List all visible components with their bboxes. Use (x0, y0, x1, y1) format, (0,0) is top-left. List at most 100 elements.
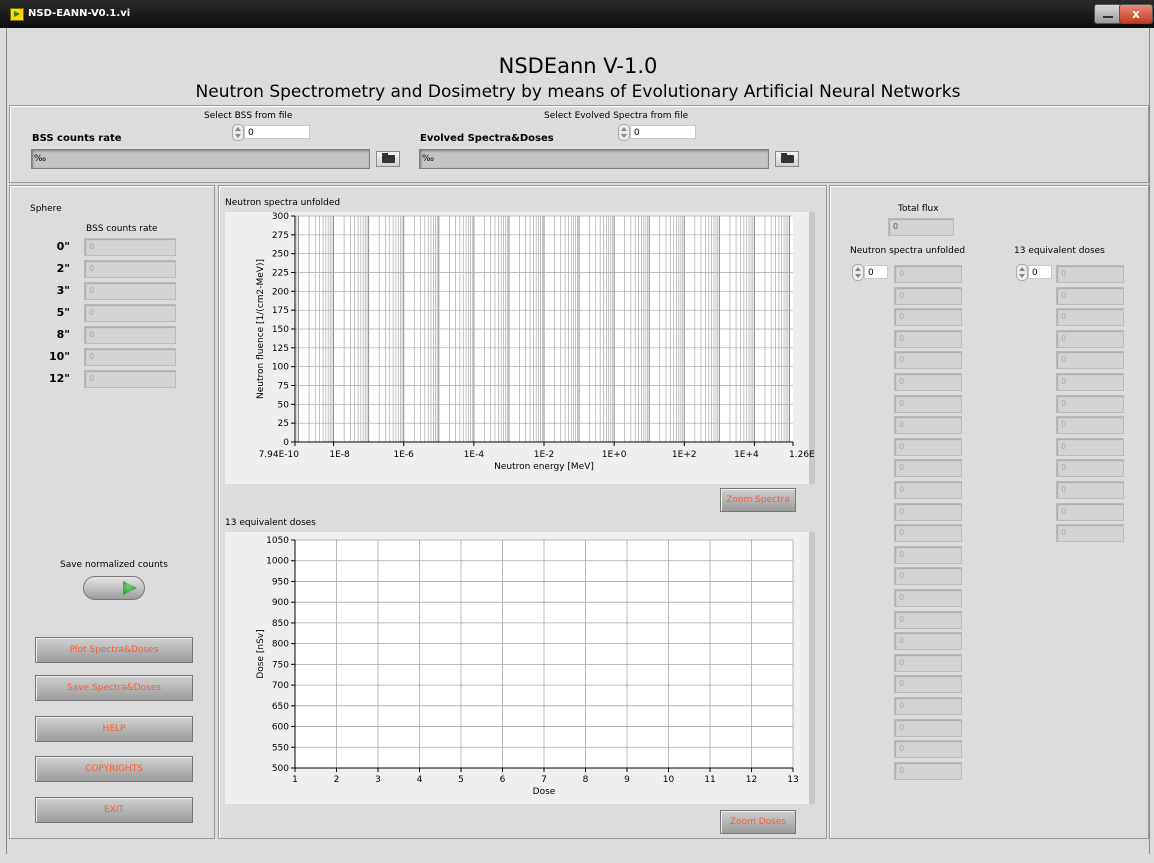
x-tick-label: 1E+2 (672, 450, 697, 460)
x-tick-label: 1E-2 (534, 450, 554, 460)
select-evolved-label: Select Evolved Spectra from file (544, 111, 689, 121)
y-tick-label: 250 (272, 250, 289, 260)
doses-index-spinner[interactable] (1016, 264, 1028, 281)
select-bss-spinner[interactable] (232, 124, 244, 141)
y-tick-label: 650 (272, 702, 289, 712)
help-button[interactable]: HELP (35, 716, 193, 742)
x-tick-label: 7 (541, 775, 547, 785)
y-axis-title: Neutron fluence [1/(cm2-MeV)] (256, 259, 266, 399)
x-tick-label: 1.26E+5 (789, 450, 815, 460)
zoom-doses-button[interactable]: Zoom Doses (720, 810, 796, 834)
x-tick-label: 7.94E-10 (259, 450, 300, 460)
spectra-array-element: 0 (894, 761, 962, 780)
sphere-label: Sphere (30, 204, 62, 214)
y-tick-label: 50 (278, 400, 290, 410)
x-tick-label: 2 (334, 775, 340, 785)
toggle-led-icon (123, 581, 137, 595)
spectra-array-element: 0 (894, 329, 962, 348)
evolved-spectra-label: Evolved Spectra&Doses (420, 133, 554, 144)
x-tick-label: 3 (375, 775, 381, 785)
spectra-array-element: 0 (894, 351, 962, 370)
doses-array-element: 0 (1056, 373, 1124, 391)
x-tick-label: 12 (746, 775, 757, 785)
spectra-array-element: 0 (894, 697, 962, 715)
spectra-array-element: 0 (894, 308, 962, 327)
bss-file-path[interactable]: ‰ (31, 149, 370, 169)
spectra-index[interactable]: 0 (864, 265, 888, 279)
spectra-array-element: 0 (894, 718, 962, 737)
app-title: NSDEann V-1.0 (498, 54, 658, 78)
doses-array-element: 0 (1056, 265, 1124, 283)
y-tick-label: 100 (272, 363, 289, 373)
select-evolved-spinner[interactable] (618, 124, 630, 141)
charts-panel: Neutron spectra unfolded 0 25 50 75 100 125 15… (218, 185, 827, 839)
spectra-array-element: 0 (894, 524, 962, 543)
x-tick-label: 11 (704, 775, 715, 785)
spectra-array-element: 0 (894, 545, 962, 564)
y-tick-label: 1050 (266, 536, 289, 546)
window-title-bar: NSD-EANN-V0.1.vi x (0, 0, 1154, 28)
labview-app-icon (10, 8, 24, 21)
select-bss-label: Select BSS from file (204, 111, 293, 121)
app-subtitle: Neutron Spectrometry and Dosimetry by me… (195, 82, 961, 102)
spectra-array-element: 0 (894, 610, 962, 629)
bss-count-indicator: 0 (84, 348, 176, 366)
spectra-array-element: 0 (894, 481, 962, 499)
evolved-browse-button[interactable] (775, 151, 799, 167)
spectra-array-element: 0 (894, 437, 962, 456)
y-tick-label: 275 (272, 231, 289, 241)
spectra-array-element: 0 (894, 394, 962, 413)
close-button[interactable]: x (1119, 4, 1153, 24)
select-bss-index[interactable]: 0 (244, 125, 310, 139)
doses-array-element: 0 (1056, 524, 1124, 543)
save-normalized-toggle[interactable] (83, 576, 145, 600)
x-tick-label: 5 (458, 775, 464, 785)
evolved-file-path[interactable]: ‰ (419, 149, 769, 169)
folder-icon (781, 153, 794, 163)
bss-counts-header: BSS counts rate (86, 224, 158, 234)
spectra-array-element: 0 (894, 502, 962, 521)
y-tick-label: 600 (272, 723, 289, 733)
spectra-array-element: 0 (894, 459, 962, 478)
y-tick-label: 300 (272, 212, 289, 222)
minimize-button[interactable] (1094, 4, 1122, 24)
bss-count-indicator: 0 (84, 370, 176, 388)
y-tick-label: 850 (272, 619, 289, 629)
y-tick-label: 700 (272, 681, 289, 691)
y-tick-label: 175 (272, 306, 289, 316)
right-panel: Total flux 0 Neutron spectra unfolded 0 … (829, 185, 1149, 839)
x-axis-title: Dose (533, 787, 556, 797)
spectra-index-spinner[interactable] (852, 264, 864, 281)
spectra-array-element: 0 (894, 589, 962, 607)
x-tick-label: 10 (663, 775, 675, 785)
doses-index[interactable]: 0 (1028, 265, 1052, 279)
spectra-array-element: 0 (894, 632, 962, 651)
plot-spectra-doses-button[interactable]: Plot Spectra&Doses (35, 637, 193, 663)
exit-button[interactable]: EXIT (35, 797, 193, 823)
doses-array-element: 0 (1056, 416, 1124, 435)
path-icon: ‰ (422, 154, 435, 164)
sphere-size-label: 3" (56, 284, 70, 297)
spectra-array-element: 0 (894, 416, 962, 435)
zoom-spectra-button[interactable]: Zoom Spectra (720, 488, 796, 512)
bss-browse-button[interactable] (376, 151, 400, 167)
x-tick-label: 1E-8 (329, 450, 350, 460)
chart-edge (809, 212, 815, 484)
bss-count-indicator: 0 (84, 304, 176, 322)
doses-chart-title: 13 equivalent doses (225, 518, 316, 528)
sphere-size-label: 2" (56, 262, 70, 275)
save-spectra-doses-button[interactable]: Save Spectra&Doses (35, 675, 193, 701)
y-tick-label: 225 (272, 269, 289, 279)
spectra-array-element: 0 (894, 373, 962, 391)
doses-array-element: 0 (1056, 286, 1124, 305)
bss-count-indicator: 0 (84, 326, 176, 344)
copyrights-button[interactable]: COPYRIGHTS (35, 756, 193, 782)
y-tick-label: 800 (272, 640, 289, 650)
file-selection-panel: Select BSS from file 0 BSS counts rate ‰… (9, 105, 1149, 183)
y-tick-label: 150 (272, 325, 289, 335)
window-title: NSD-EANN-V0.1.vi (28, 8, 131, 19)
sphere-size-label: 12" (48, 372, 70, 385)
bss-count-indicator: 0 (84, 282, 176, 300)
vi-front-panel: NSDEann V-1.0 Neutron Spectrometry and D… (6, 28, 1150, 854)
select-evolved-index[interactable]: 0 (630, 125, 696, 139)
